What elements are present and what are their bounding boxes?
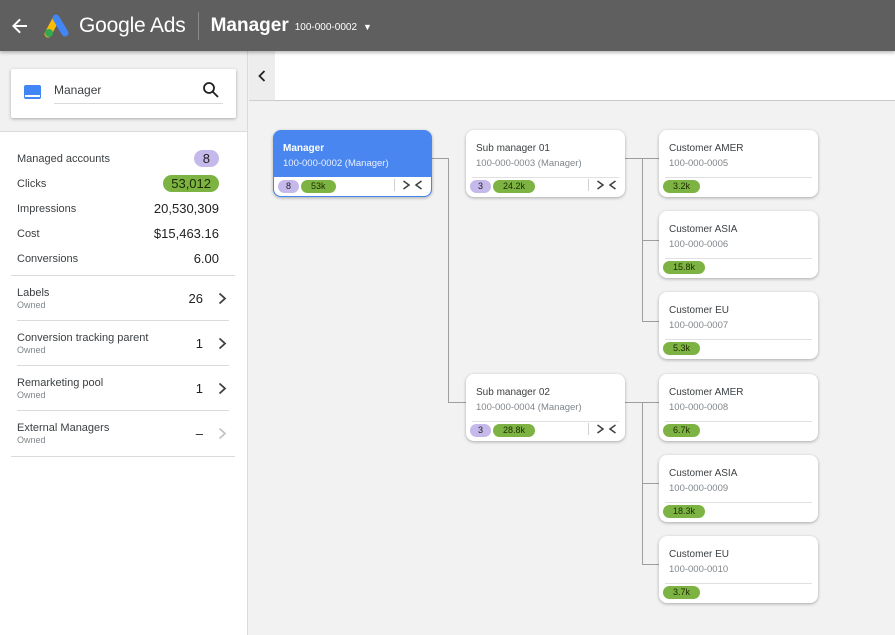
account-stats: Managed accounts 8 Clicks 53,012 Impress… xyxy=(0,132,247,275)
search-icon[interactable] xyxy=(202,81,220,99)
account-icon xyxy=(24,85,41,99)
collapse-panel-button[interactable] xyxy=(249,51,275,101)
connector xyxy=(448,158,449,402)
account-hierarchy-canvas[interactable]: Manager 100-000-0002 (Manager) 8 53k Sub… xyxy=(249,102,895,635)
brand-name: Google Ads xyxy=(79,13,186,37)
connector xyxy=(642,321,659,322)
chevron-left-icon xyxy=(258,69,266,82)
clicks-badge: 5.3k xyxy=(663,342,701,355)
divider xyxy=(197,11,199,40)
node-customer[interactable]: Customer EU 100-000-0007 5.3k xyxy=(659,292,818,359)
google-ads-logo xyxy=(44,14,69,37)
connector xyxy=(642,240,659,241)
node-customer[interactable]: Customer AMER 100-000-0005 3.2k xyxy=(659,130,818,197)
connector xyxy=(448,402,466,403)
collapse-icon[interactable] xyxy=(608,423,617,435)
connector xyxy=(432,158,448,159)
expand-icon[interactable] xyxy=(596,179,605,191)
node-customer[interactable]: Customer AMER 100-000-0008 6.7k xyxy=(659,374,818,441)
stat-cost: Cost $15,463.16 xyxy=(17,226,219,241)
account-dropdown-icon[interactable]: ▼ xyxy=(363,22,372,32)
clicks-badge: 3.2k xyxy=(663,180,701,193)
search-input[interactable]: Manager xyxy=(54,83,101,97)
arrow-back-icon xyxy=(12,18,27,33)
clicks-badge: 15.8k xyxy=(663,261,706,274)
collapse-icon[interactable] xyxy=(414,179,423,191)
chevron-right-icon[interactable] xyxy=(215,336,229,350)
node-customer[interactable]: Customer ASIA 100-000-0006 15.8k xyxy=(659,211,818,278)
clicks-badge: 24.2k xyxy=(493,180,536,193)
link-labels[interactable]: Labels Owned 26 xyxy=(17,276,229,321)
stat-conversions: Conversions 6.00 xyxy=(17,251,219,266)
managed-accounts-badge: 3 xyxy=(470,424,492,437)
managed-accounts-badge: 3 xyxy=(470,180,492,193)
shared-resources-list: Labels Owned 26 Conversion tracking paren… xyxy=(0,276,247,456)
stat-clicks: Clicks 53,012 xyxy=(17,171,219,196)
account-search[interactable]: Manager xyxy=(11,69,236,118)
account-id[interactable]: 100-000-0002 xyxy=(295,22,357,33)
clicks-badge: 53,012 xyxy=(163,175,219,192)
clicks-badge: 6.7k xyxy=(663,424,701,437)
link-conversion-tracking-parent[interactable]: Conversion tracking parent Owned 1 xyxy=(17,321,229,366)
collapse-icon[interactable] xyxy=(608,179,617,191)
stat-managed-accounts: Managed accounts 8 xyxy=(17,146,219,171)
clicks-badge: 28.8k xyxy=(493,424,536,437)
managed-accounts-badge: 8 xyxy=(278,180,300,193)
chevron-right-icon[interactable] xyxy=(215,291,229,305)
content-header xyxy=(275,51,895,101)
divider xyxy=(11,456,235,457)
node-customer[interactable]: Customer EU 100-000-0010 3.7k xyxy=(659,536,818,603)
node-sub-manager-02[interactable]: Sub manager 02 100-000-0004 (Manager) 3 … xyxy=(466,374,625,441)
managed-accounts-badge: 8 xyxy=(193,150,219,167)
connector xyxy=(642,483,659,484)
clicks-badge: 53k xyxy=(301,180,336,193)
link-remarketing-pool[interactable]: Remarketing pool Owned 1 xyxy=(17,366,229,411)
expand-icon[interactable] xyxy=(402,179,411,191)
clicks-badge: 3.7k xyxy=(663,586,701,599)
node-manager[interactable]: Manager 100-000-0002 (Manager) 8 53k xyxy=(273,130,432,197)
top-app-bar: Google Ads Manager 100-000-0002 ▼ xyxy=(0,0,895,51)
link-external-managers: External Managers Owned – xyxy=(17,411,229,456)
account-details-panel: Manager Managed accounts 8 Clicks 53,012… xyxy=(0,51,248,635)
node-sub-manager-01[interactable]: Sub manager 01 100-000-0003 (Manager) 3 … xyxy=(466,130,625,197)
connector xyxy=(642,564,659,565)
clicks-badge: 18.3k xyxy=(663,505,706,518)
chevron-right-icon xyxy=(215,427,229,441)
back-button[interactable] xyxy=(0,0,40,51)
stat-impressions: Impressions 20,530,309 xyxy=(17,201,219,216)
node-customer[interactable]: Customer ASIA 100-000-0009 18.3k xyxy=(659,455,818,522)
chevron-right-icon[interactable] xyxy=(215,381,229,395)
expand-icon[interactable] xyxy=(596,423,605,435)
account-name[interactable]: Manager xyxy=(211,15,289,37)
